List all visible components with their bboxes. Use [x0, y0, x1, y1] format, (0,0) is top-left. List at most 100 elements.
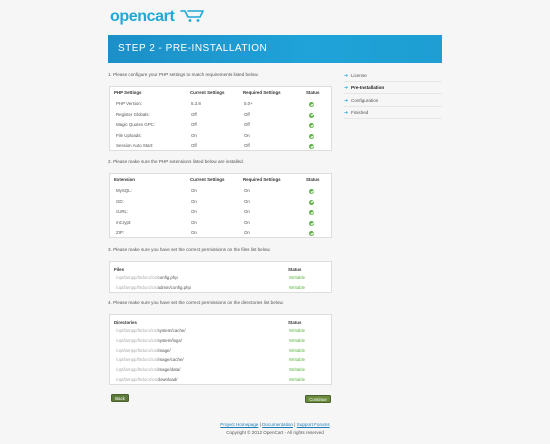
status-ok-icon — [309, 133, 314, 139]
extensions-name-cell: GD: — [116, 198, 124, 204]
table-row: /opt/lampp/htdocs/cs/image/data/Writable — [110, 366, 331, 376]
arrow-right-icon: ➜ — [344, 109, 349, 116]
files-header-cell: Files — [114, 267, 125, 272]
support-forums-link[interactable]: Support Forums — [297, 422, 330, 427]
extensions-name-cell: ZIP: — [116, 230, 125, 236]
path-prefix: /opt/lampp/htdocs/cs/ — [116, 328, 158, 333]
path-suffix: admin/config.php — [157, 284, 191, 290]
step-banner: STEP 2 - PRE-INSTALLATION — [108, 35, 442, 63]
table-row: /opt/lampp/htdocs/cs/admin/config.php Wri… — [110, 284, 331, 294]
php-settings-required-cell: Off — [244, 122, 250, 128]
extensions-current-cell: On — [191, 230, 197, 236]
status-ok-icon — [309, 199, 314, 205]
sidebar-item-pre-installation[interactable]: ➜ Pre-Installation — [344, 82, 442, 95]
extensions-required-cell: On — [244, 230, 250, 236]
extensions-required-cell: On — [244, 209, 250, 215]
table-row: /opt/lampp/htdocs/cs/image/cache/Writabl… — [110, 356, 331, 366]
status-ok-icon — [309, 102, 314, 107]
files-status: Writable — [289, 284, 306, 290]
status-ok-icon — [309, 144, 314, 150]
arrow-right-icon: ➜ — [344, 73, 349, 79]
table-row: /opt/lampp/htdocs/cs/config.php Writable — [110, 274, 331, 284]
status-ok-icon — [309, 189, 314, 194]
php-settings-name-cell: Magic Quotes GPC: — [116, 122, 156, 128]
status-ok-icon — [309, 123, 314, 129]
php-settings-name-cell: File Uploads: — [116, 132, 142, 138]
extensions-required-cell: On — [244, 219, 250, 225]
arrow-right-icon: ➜ — [344, 85, 349, 92]
php-settings-current-cell: Off — [191, 143, 197, 149]
table-row: GD: On On — [110, 198, 331, 208]
table-row: /opt/lampp/htdocs/cs/download/Writable — [110, 376, 331, 386]
table-row: cURL: On On — [110, 208, 331, 218]
extensions-header-cell: Required Settings — [243, 177, 281, 182]
files-path: /opt/lampp/htdocs/cs/admin/config.php — [116, 285, 191, 290]
directories-status: Writable — [289, 347, 306, 353]
path-suffix: system/cache/ — [157, 328, 186, 333]
extensions-name-cell: cURL: — [116, 209, 129, 215]
path-suffix: image/ — [157, 347, 171, 353]
files-intro: 3. Please make sure you have set the cor… — [108, 247, 271, 252]
files-header-cell: Status — [288, 267, 302, 272]
extensions-header-cell: Current Settings — [190, 177, 225, 182]
documentation-link[interactable]: Documentation — [262, 422, 293, 427]
directories-path: /opt/lampp/htdocs/cs/system/cache/ — [116, 328, 186, 333]
directories-status: Writable — [289, 367, 306, 373]
back-button[interactable]: Back — [111, 394, 129, 402]
php-settings-table: PHP Settings Current Settings Required Set… — [109, 86, 332, 151]
sidebar-item-license[interactable]: ➜ License — [344, 70, 442, 82]
extensions-intro: 2. Please make sure the PHP extensions l… — [108, 159, 245, 164]
cart-icon — [180, 10, 204, 22]
files-path: /opt/lampp/htdocs/cs/config.php — [116, 275, 178, 280]
php-settings-header-cell: PHP Settings — [114, 90, 142, 95]
php-settings-intro: 1. Please configure your PHP settings to… — [108, 72, 259, 77]
status-ok-icon — [309, 231, 314, 237]
path-prefix: /opt/lampp/htdocs/cs/ — [116, 275, 158, 280]
table-row: ZIP: On On — [110, 229, 331, 239]
path-suffix: config.php — [157, 275, 178, 280]
sidebar-item-finished[interactable]: ➜ Finished — [344, 107, 442, 119]
php-settings-header-cell: Required Settings — [243, 90, 281, 95]
directories-path: /opt/lampp/htdocs/cs/image/cache/ — [116, 357, 184, 362]
php-settings-current-cell: Off — [191, 111, 197, 117]
project-homepage-link[interactable]: Project Homepage — [220, 422, 258, 427]
directories-path: /opt/lampp/htdocs/cs/image/data/ — [116, 367, 180, 372]
directories-status: Writable — [289, 357, 306, 363]
copyright: Copyright © 2012 OpenCart - All rights r… — [226, 430, 324, 435]
path-suffix: system/logs/ — [157, 337, 182, 343]
table-row: /opt/lampp/htdocs/cs/image/Writable — [110, 347, 331, 357]
directories-path: /opt/lampp/htdocs/cs/image/ — [116, 348, 171, 353]
extensions-current-cell: On — [191, 188, 197, 193]
path-prefix: /opt/lampp/htdocs/cs/ — [116, 377, 158, 382]
directories-path: /opt/lampp/htdocs/cs/download/ — [116, 377, 178, 382]
path-suffix: download/ — [157, 377, 178, 382]
path-prefix: /opt/lampp/htdocs/cs/ — [116, 367, 158, 373]
extensions-name-cell: mCrypt: — [116, 219, 132, 225]
php-settings-header-cell: Status — [306, 90, 320, 95]
extensions-header-row: Extension Current Settings Required Settin… — [110, 176, 331, 186]
path-prefix: /opt/lampp/htdocs/cs/ — [116, 347, 158, 353]
sidebar-item-label: License — [351, 73, 367, 78]
table-row: MySQL: On On — [110, 187, 331, 197]
extensions-required-cell: On — [244, 188, 250, 193]
status-ok-icon — [309, 220, 314, 226]
sidebar-item-configuration[interactable]: ➜ Configuration — [344, 95, 442, 107]
table-row: Register Globals: Off Off — [110, 111, 331, 121]
directories-status: Writable — [289, 328, 306, 333]
directories-status: Writable — [289, 377, 306, 382]
extensions-name-cell: MySQL: — [116, 188, 132, 193]
path-prefix: /opt/lampp/htdocs/cs/ — [116, 357, 158, 363]
table-row: File Uploads: On On — [110, 132, 331, 142]
continue-button[interactable]: Continue — [305, 395, 331, 403]
php-settings-header-cell: Current Settings — [190, 90, 225, 95]
php-settings-required-cell: Off — [244, 111, 250, 117]
extensions-header-cell: Status — [306, 177, 320, 182]
sidebar-item-label: Configuration — [351, 97, 379, 103]
status-ok-icon — [309, 112, 314, 118]
page-title: STEP 2 - PRE-INSTALLATION — [118, 43, 268, 54]
php-settings-current-cell: 5.3.8 — [191, 101, 201, 106]
extensions-header-cell: Extension — [114, 177, 135, 182]
php-settings-name-cell: PHP Version: — [116, 101, 143, 106]
extensions-required-cell: On — [244, 198, 250, 204]
extensions-current-cell: On — [191, 219, 197, 225]
